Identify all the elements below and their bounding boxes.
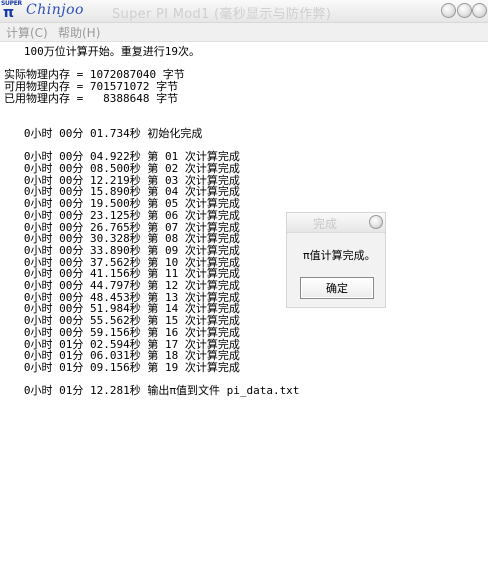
window-title: Super PI Mod1 (毫秒显示与防作弊) bbox=[112, 7, 332, 22]
dialog-message: π值计算完成。 bbox=[303, 249, 376, 262]
dialog-close-icon[interactable] bbox=[369, 215, 383, 229]
log-line: 100万位计算开始。重复进行19次。 bbox=[4, 45, 200, 58]
log-line: 0小时 00分 01.734秒 初始化完成 bbox=[4, 126, 203, 140]
dialog-title: 完成 bbox=[313, 217, 338, 231]
log-line: 0小时 00分 08.500秒 第 02 次计算完成 bbox=[4, 162, 240, 176]
menu-bar: 计算(C) 帮助(H) bbox=[0, 23, 488, 42]
log-line: 0小时 01分 09.156秒 第 19 次计算完成 bbox=[4, 360, 240, 374]
superpi-logo-icon: SUPER π bbox=[1, 1, 22, 21]
ok-button[interactable]: 确定 bbox=[300, 277, 374, 299]
log-line: 0小时 00分 59.156秒 第 16 次计算完成 bbox=[4, 325, 240, 339]
logo-pi-text: π bbox=[3, 5, 15, 21]
brand-name: Chinjoo bbox=[26, 2, 84, 18]
log-line: 已用物理内存 = 8388648 字节 bbox=[4, 91, 179, 105]
log-line: 0小时 00分 44.797秒 第 12 次计算完成 bbox=[4, 279, 240, 293]
maximize-icon[interactable] bbox=[457, 3, 472, 18]
title-bar[interactable]: SUPER π Chinjoo Super PI Mod1 (毫秒显示与防作弊) bbox=[0, 0, 488, 23]
menu-calculate[interactable]: 计算(C) bbox=[6, 24, 48, 41]
log-line: 0小时 00分 23.125秒 第 06 次计算完成 bbox=[4, 208, 240, 222]
menu-help[interactable]: 帮助(H) bbox=[58, 24, 100, 41]
complete-dialog: 完成 π值计算完成。 确定 bbox=[286, 212, 386, 308]
output-log: 100万位计算开始。重复进行19次。 实际物理内存 = 1072087040 字… bbox=[4, 46, 299, 397]
log-line: 0小时 00分 33.890秒 第 09 次计算完成 bbox=[4, 243, 240, 257]
dialog-title-bar[interactable]: 完成 bbox=[287, 213, 385, 233]
minimize-icon[interactable] bbox=[441, 3, 456, 18]
close-icon[interactable] bbox=[472, 3, 487, 18]
log-line: 0小时 01分 12.281秒 输出π值到文件 pi_data.txt bbox=[4, 384, 300, 398]
